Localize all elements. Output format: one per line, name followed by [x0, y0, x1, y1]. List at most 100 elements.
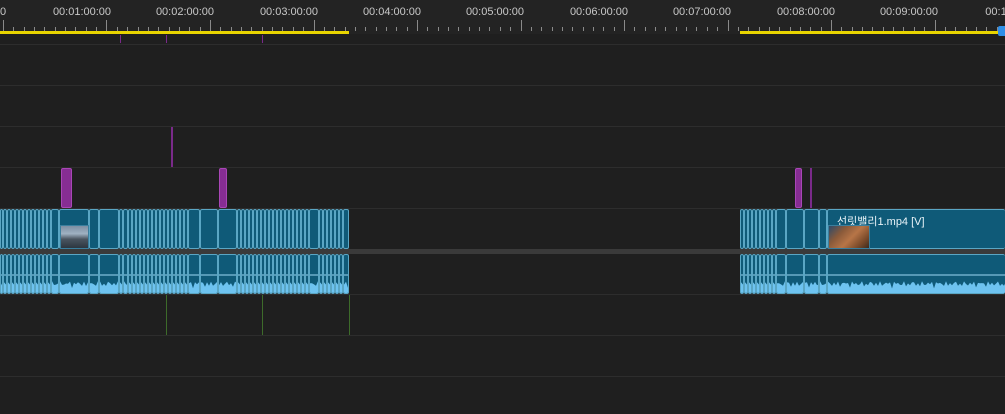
audio-clip[interactable] — [786, 254, 804, 294]
ruler-tick — [634, 27, 635, 31]
video-clip[interactable] — [51, 209, 59, 249]
audio-waveform — [310, 274, 318, 293]
video-clip[interactable] — [99, 209, 119, 249]
audio-waveform — [137, 274, 139, 293]
audio-waveform — [48, 274, 50, 293]
ruler-tick — [728, 20, 729, 31]
ruler-tick — [541, 27, 542, 31]
audio-waveform — [60, 274, 88, 293]
audio-waveform — [787, 274, 803, 293]
ruler-time-label: 00:02:00:00 — [155, 6, 215, 18]
audio-waveform — [169, 274, 171, 293]
audio-waveform — [828, 274, 1005, 293]
video-clip[interactable] — [786, 209, 804, 249]
video-clip[interactable] — [89, 209, 99, 249]
work-area-bar[interactable] — [740, 31, 1005, 34]
marker-clip[interactable] — [795, 168, 802, 208]
marker-clip[interactable] — [61, 168, 72, 208]
audio-waveform — [278, 274, 280, 293]
time-ruler[interactable]: 0 00:01:00:00 00:02:00:00 00:03:00:00 00:04:… — [0, 0, 1005, 36]
audio-waveform — [250, 274, 252, 293]
audio-waveform — [52, 274, 58, 293]
audio-clip[interactable] — [819, 254, 827, 294]
work-area-bar[interactable] — [0, 31, 349, 34]
audio-clip[interactable] — [804, 254, 819, 294]
audio-waveform — [40, 274, 42, 293]
audio-waveform — [149, 274, 151, 293]
video-clip[interactable] — [776, 209, 786, 249]
video-clip[interactable] — [200, 209, 218, 249]
audio-waveform — [805, 274, 818, 293]
audio-clip[interactable] — [200, 254, 218, 294]
video-clip[interactable] — [804, 209, 819, 249]
ruler-tick — [531, 27, 532, 31]
audio-waveform — [324, 274, 326, 293]
audio-waveform — [28, 274, 30, 293]
audio-clip[interactable] — [99, 254, 119, 294]
playhead-icon[interactable] — [998, 26, 1005, 36]
ruler-tick — [438, 27, 439, 31]
ruler-tick — [489, 27, 490, 31]
ruler-tick — [676, 27, 677, 31]
audio-waveform — [8, 274, 10, 293]
ruler-tick — [427, 27, 428, 31]
ruler-tick — [645, 27, 646, 31]
audio-clip[interactable] — [343, 254, 349, 294]
ruler-tick — [479, 27, 480, 31]
audio-waveform — [294, 274, 296, 293]
ruler-time-label: 00:03:00:00 — [259, 6, 319, 18]
ruler-tick — [665, 27, 666, 31]
audio-waveform — [282, 274, 284, 293]
audio-waveform — [254, 274, 256, 293]
audio-waveform — [761, 274, 763, 293]
ruler-tick — [210, 20, 211, 31]
audio-waveform — [90, 274, 98, 293]
ruler-time-label: 00:05:00:00 — [465, 6, 525, 18]
audio-waveform — [201, 274, 217, 293]
audio-clip[interactable] — [827, 254, 1005, 294]
ruler-tick — [3, 20, 4, 31]
ruler-tick — [562, 27, 563, 31]
audio-clip[interactable] — [776, 254, 786, 294]
ruler-tick — [686, 27, 687, 31]
video-clip[interactable] — [819, 209, 827, 249]
audio-waveform — [185, 274, 187, 293]
ruler-tick — [552, 27, 553, 31]
audio-waveform — [328, 274, 330, 293]
audio-clip[interactable] — [59, 254, 89, 294]
track-separator — [0, 335, 1005, 337]
audio-clip[interactable] — [309, 254, 319, 294]
ruler-tick — [831, 20, 832, 31]
audio-waveform — [24, 274, 26, 293]
video-clip[interactable] — [188, 209, 200, 249]
audio-waveform — [320, 274, 322, 293]
audio-waveform — [12, 274, 14, 293]
audio-clip[interactable] — [188, 254, 200, 294]
ruler-tick — [510, 27, 511, 31]
ruler-time-label: 0 — [0, 6, 7, 18]
audio-waveform — [32, 274, 34, 293]
audio-waveform — [165, 274, 167, 293]
audio-waveform — [777, 274, 785, 293]
ruler-tick — [696, 27, 697, 31]
audio-waveform — [120, 274, 122, 293]
ruler-tick — [386, 27, 387, 31]
timeline-panel[interactable]: 0 00:01:00:00 00:02:00:00 00:03:00:00 00:04:… — [0, 0, 1005, 414]
audio-clip[interactable] — [89, 254, 99, 294]
audio-waveform — [219, 274, 236, 293]
video-clip[interactable] — [309, 209, 319, 249]
audio-waveform — [189, 274, 199, 293]
audio-waveform — [765, 274, 767, 293]
audio-clip[interactable] — [218, 254, 237, 294]
audio-waveform — [36, 274, 38, 293]
track-separator — [0, 126, 1005, 128]
audio-waveform — [820, 274, 826, 293]
video-clip[interactable] — [218, 209, 237, 249]
video-clip[interactable] — [343, 209, 349, 249]
marker-clip[interactable] — [219, 168, 227, 208]
audio-waveform — [177, 274, 179, 293]
audio-clip[interactable] — [51, 254, 59, 294]
audio-waveform — [124, 274, 127, 293]
marker-tick — [120, 35, 121, 43]
audio-waveform — [298, 274, 300, 293]
